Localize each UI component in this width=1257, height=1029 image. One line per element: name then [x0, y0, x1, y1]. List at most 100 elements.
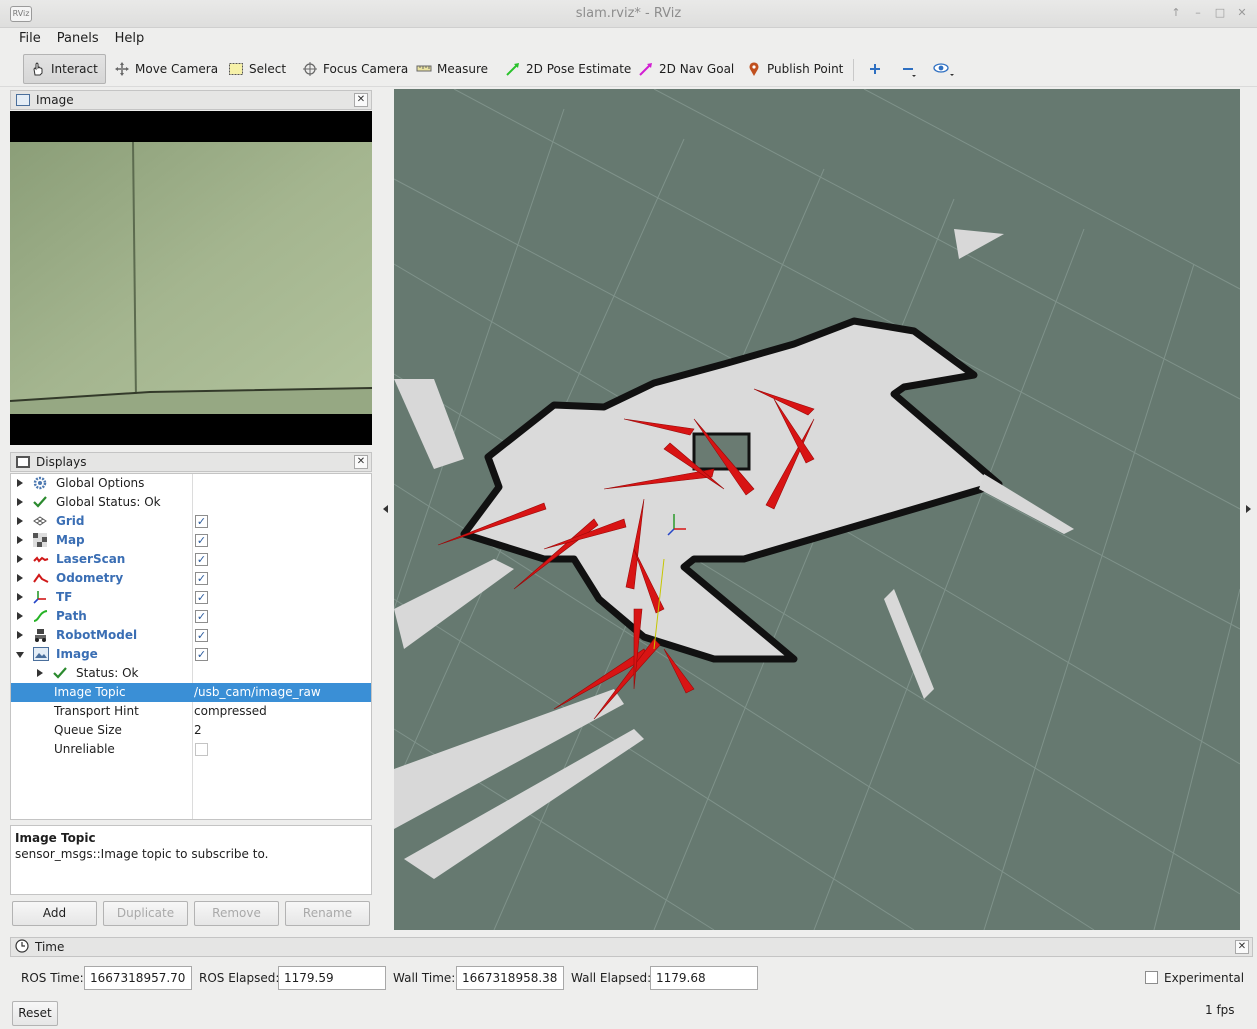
move-camera-tool-button[interactable]: Move Camera	[108, 54, 224, 84]
ros-time-label: ROS Time:	[21, 971, 84, 985]
camera-image-view	[10, 111, 372, 445]
pose-estimate-tool-button[interactable]: 2D Pose Estimate	[499, 54, 637, 84]
wall-time-field[interactable]: 1667318958.38	[456, 966, 564, 990]
enabled-checkbox[interactable]: ✓	[195, 629, 208, 642]
property-row-unreliable[interactable]: Unreliable	[11, 740, 371, 759]
tree-item-label: Global Options	[56, 476, 145, 490]
wall-elapsed-field[interactable]: 1179.68	[650, 966, 758, 990]
viewport-right-handle[interactable]	[1240, 89, 1254, 930]
keep-above-icon[interactable]: ↑	[1169, 5, 1183, 21]
move-camera-label: Move Camera	[135, 62, 219, 76]
property-value[interactable]: /usb_cam/image_raw	[194, 685, 321, 699]
time-panel-title-bar: Time ✕	[10, 937, 1253, 957]
enabled-checkbox[interactable]: ✓	[195, 572, 208, 585]
enabled-checkbox[interactable]: ✓	[195, 610, 208, 623]
wall-elapsed-label: Wall Elapsed:	[571, 971, 652, 985]
expand-arrow-icon[interactable]	[17, 631, 23, 639]
ros-time-field[interactable]: 1667318957.70	[84, 966, 192, 990]
unreliable-checkbox[interactable]	[195, 743, 208, 756]
maximize-icon[interactable]: □	[1213, 5, 1227, 21]
interact-tool-button[interactable]: Interact	[23, 54, 106, 84]
expand-arrow-icon[interactable]	[17, 498, 23, 506]
enabled-checkbox[interactable]: ✓	[195, 553, 208, 566]
tree-row-image-status[interactable]: Status: Ok	[11, 664, 371, 683]
clock-icon	[15, 938, 29, 956]
plus-icon	[867, 61, 883, 77]
select-box-icon	[228, 61, 244, 77]
close-window-icon[interactable]: ✕	[1235, 5, 1249, 21]
close-icon[interactable]: ✕	[354, 455, 368, 469]
close-icon[interactable]: ✕	[1235, 940, 1249, 954]
focus-camera-tool-button[interactable]: Focus Camera	[296, 54, 414, 84]
property-row-image-topic[interactable]: Image Topic /usb_cam/image_raw	[11, 683, 371, 702]
add-tool-button[interactable]	[861, 54, 889, 84]
ruler-icon	[416, 61, 432, 77]
expand-arrow-icon[interactable]	[17, 593, 23, 601]
property-value[interactable]: compressed	[194, 704, 267, 718]
expand-arrow-icon[interactable]	[37, 669, 43, 677]
expand-arrow-icon[interactable]	[17, 479, 23, 487]
tree-row-global-options[interactable]: Global Options	[11, 474, 371, 493]
menu-file[interactable]: File	[12, 28, 48, 50]
tf-axes-icon	[33, 590, 49, 605]
menu-help[interactable]: Help	[108, 28, 152, 50]
description-text: sensor_msgs::Image topic to subscribe to…	[15, 847, 269, 861]
property-row-queue-size[interactable]: Queue Size 2	[11, 721, 371, 740]
tree-row-grid[interactable]: Grid ✓	[11, 512, 371, 531]
tree-row-laserscan[interactable]: LaserScan ✓	[11, 550, 371, 569]
displays-panel-title-bar: Displays ✕	[10, 452, 372, 472]
time-panel-title: Time	[35, 940, 65, 954]
menu-panels[interactable]: Panels	[50, 28, 106, 50]
green-arrow-icon	[505, 61, 521, 77]
expand-arrow-icon[interactable]	[17, 574, 23, 582]
view-tool-button[interactable]	[927, 54, 961, 84]
remove-tool-button[interactable]	[894, 54, 922, 84]
expand-arrow-icon[interactable]	[17, 612, 23, 620]
enabled-checkbox[interactable]: ✓	[195, 591, 208, 604]
tree-row-tf[interactable]: TF ✓	[11, 588, 371, 607]
ros-elapsed-field[interactable]: 1179.59	[278, 966, 386, 990]
expand-arrow-icon[interactable]	[17, 517, 23, 525]
remove-button[interactable]: Remove	[194, 901, 279, 926]
interact-label: Interact	[51, 62, 98, 76]
tree-row-robotmodel[interactable]: RobotModel ✓	[11, 626, 371, 645]
tree-item-label: Path	[56, 609, 87, 623]
property-value[interactable]: 2	[194, 723, 202, 737]
enabled-checkbox[interactable]: ✓	[195, 534, 208, 547]
tree-row-map[interactable]: Map ✓	[11, 531, 371, 550]
select-tool-button[interactable]: Select	[222, 54, 292, 84]
reset-button[interactable]: Reset	[12, 1001, 58, 1026]
gear-icon	[33, 476, 49, 491]
collapse-arrow-icon[interactable]	[16, 652, 24, 658]
minimize-icon[interactable]: –	[1191, 5, 1205, 21]
viewport-left-handle[interactable]	[380, 89, 394, 930]
pose-estimate-label: 2D Pose Estimate	[526, 62, 632, 76]
enabled-checkbox[interactable]: ✓	[195, 515, 208, 528]
wall-time-label: Wall Time:	[393, 971, 456, 985]
tree-item-label: TF	[56, 590, 73, 604]
tree-row-global-status[interactable]: Global Status: Ok	[11, 493, 371, 512]
close-icon[interactable]: ✕	[354, 93, 368, 107]
add-button[interactable]: Add	[12, 901, 97, 926]
publish-point-tool-button[interactable]: Publish Point	[740, 54, 849, 84]
image-panel-icon	[16, 94, 30, 106]
expand-arrow-icon[interactable]	[17, 555, 23, 563]
nav-goal-tool-button[interactable]: 2D Nav Goal	[632, 54, 740, 84]
magenta-arrow-icon	[638, 61, 654, 77]
3d-render-viewport[interactable]	[394, 89, 1240, 930]
property-name: Unreliable	[54, 742, 115, 756]
experimental-checkbox[interactable]	[1145, 971, 1158, 984]
description-title: Image Topic	[15, 831, 96, 845]
tree-row-odometry[interactable]: Odometry ✓	[11, 569, 371, 588]
measure-tool-button[interactable]: Measure	[410, 54, 494, 84]
tree-row-image[interactable]: Image ✓	[11, 645, 371, 664]
expand-arrow-icon[interactable]	[17, 536, 23, 544]
property-row-transport-hint[interactable]: Transport Hint compressed	[11, 702, 371, 721]
enabled-checkbox[interactable]: ✓	[195, 648, 208, 661]
duplicate-button[interactable]: Duplicate	[103, 901, 188, 926]
tree-row-path[interactable]: Path ✓	[11, 607, 371, 626]
window-title: slam.rviz* - RViz	[575, 6, 682, 21]
nav-goal-label: 2D Nav Goal	[659, 62, 735, 76]
rename-button[interactable]: Rename	[285, 901, 370, 926]
tree-item-label: LaserScan	[56, 552, 126, 566]
